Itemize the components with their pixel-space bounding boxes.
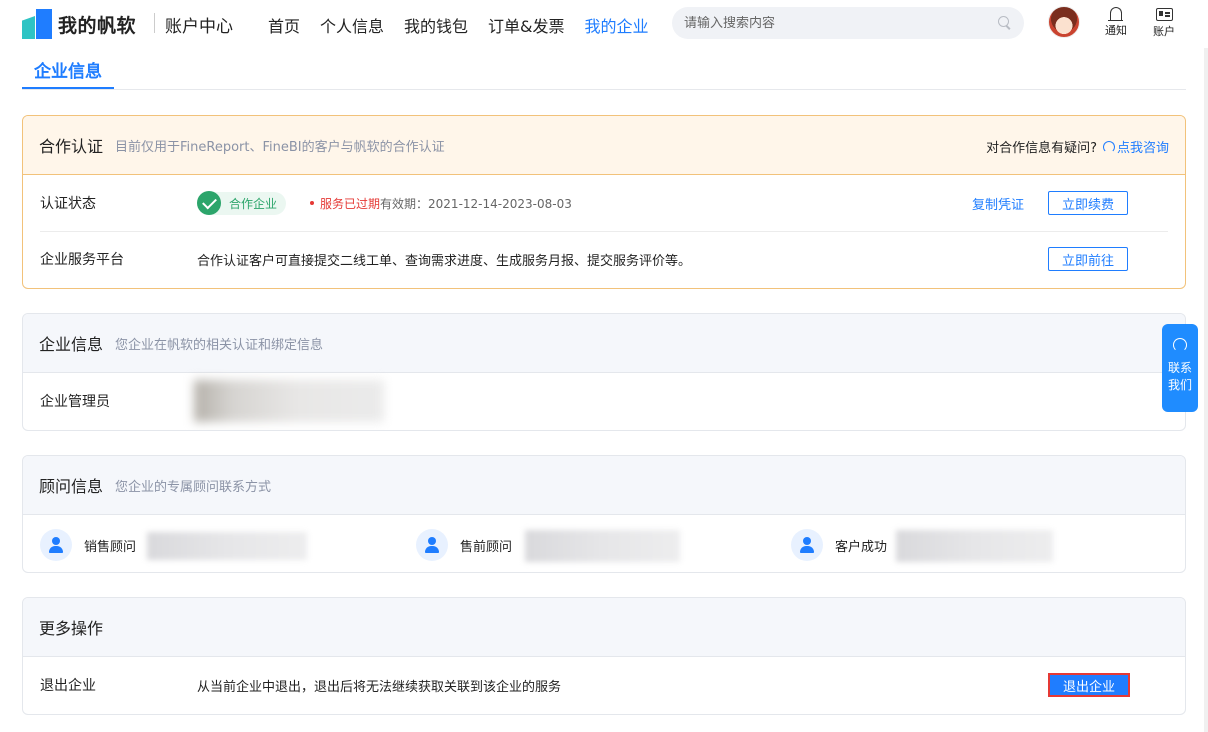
user-icon bbox=[40, 529, 72, 561]
cert-status-label: 认证状态 bbox=[40, 196, 96, 212]
enterprise-info-card: 企业信息 您企业在帆软的相关认证和绑定信息 企业管理员 bbox=[22, 313, 1186, 431]
logo[interactable]: 我的帆软 bbox=[22, 9, 136, 39]
service-platform-label: 企业服务平台 bbox=[40, 252, 124, 268]
advisor-redacted bbox=[896, 530, 1053, 562]
service-platform-desc: 合作认证客户可直接提交二线工单、查询需求进度、生成服务月报、提交服务评价等。 bbox=[197, 253, 692, 269]
consult-link-label: 点我咨询 bbox=[1116, 141, 1169, 156]
advisor-item: 售前顾问 bbox=[416, 529, 512, 561]
nav-orders-invoices[interactable]: 订单&发票 bbox=[488, 13, 564, 37]
advisor-item: 销售顾问 bbox=[40, 529, 136, 561]
bell-icon bbox=[1108, 7, 1123, 21]
coop-card-desc: 目前仅用于FineReport、FineBI的客户与帆软的合作认证 bbox=[115, 139, 445, 155]
user-icon bbox=[416, 529, 448, 561]
info-card-title: 企业信息 bbox=[39, 335, 104, 354]
exit-enterprise-label: 退出企业 bbox=[40, 678, 96, 694]
admin-redacted bbox=[194, 380, 384, 422]
nav-personal-info[interactable]: 个人信息 bbox=[320, 13, 384, 37]
notify-label: 通知 bbox=[1105, 24, 1127, 37]
user-icon bbox=[791, 529, 823, 561]
advisor-card-desc: 您企业的专属顾问联系方式 bbox=[115, 479, 272, 495]
copy-credential-link[interactable]: 复制凭证 bbox=[972, 194, 1024, 213]
coop-card-title: 合作认证 bbox=[39, 137, 104, 156]
contact-us-label: 联系我们 bbox=[1168, 361, 1193, 392]
partner-badge: 合作企业 bbox=[197, 191, 287, 215]
service-platform-row: 企业服务平台 合作认证客户可直接提交二线工单、查询需求进度、生成服务月报、提交服… bbox=[23, 231, 1185, 287]
notify-button[interactable]: 通知 bbox=[1101, 6, 1131, 38]
info-card-header: 企业信息 您企业在帆软的相关认证和绑定信息 bbox=[23, 314, 1185, 373]
admin-label: 企业管理员 bbox=[40, 394, 110, 410]
search-input[interactable] bbox=[684, 15, 998, 31]
nav-home[interactable]: 首页 bbox=[268, 13, 300, 37]
advisor-card-header: 顾问信息 您企业的专属顾问联系方式 bbox=[23, 456, 1185, 515]
coop-card-header: 合作认证 目前仅用于FineReport、FineBI的客户与帆软的合作认证 对… bbox=[23, 116, 1185, 175]
title-divider bbox=[22, 89, 1186, 90]
top-header: 我的帆软 账户中心 首页 个人信息 我的钱包 订单&发票 我的企业 通知 账户 bbox=[0, 0, 1208, 48]
expired-status: 服务已过期 bbox=[320, 196, 381, 211]
consult-link[interactable]: 点我咨询 bbox=[1102, 137, 1169, 156]
info-card-desc: 您企业在帆软的相关认证和绑定信息 bbox=[115, 337, 324, 353]
advisor-info-card: 顾问信息 您企业的专属顾问联系方式 销售顾问 售前顾问 客户成功 bbox=[22, 455, 1186, 573]
nav-wallet[interactable]: 我的钱包 bbox=[404, 13, 468, 37]
coop-help: 对合作信息有疑问? 点我咨询 bbox=[986, 137, 1169, 156]
more-card-title: 更多操作 bbox=[39, 619, 104, 638]
advisor-role: 售前顾问 bbox=[460, 539, 513, 555]
advisor-redacted bbox=[525, 530, 680, 562]
main-nav: 首页 个人信息 我的钱包 订单&发票 我的企业 bbox=[268, 13, 669, 37]
cert-status-row: 认证状态 合作企业 服务已过期 有效期：2021-12-14-2023-08-0… bbox=[23, 175, 1185, 231]
exit-enterprise-desc: 从当前企业中退出，退出后将无法继续获取关联到该企业的服务 bbox=[197, 679, 562, 695]
contact-us-float[interactable]: 联系我们 bbox=[1162, 324, 1198, 412]
partner-badge-label: 合作企业 bbox=[229, 196, 278, 211]
validity-period: 有效期：2021-12-14-2023-08-03 bbox=[380, 196, 572, 211]
advisor-role: 客户成功 bbox=[835, 539, 888, 555]
exit-enterprise-button[interactable]: 退出企业 bbox=[1048, 673, 1130, 697]
logo-divider bbox=[154, 13, 155, 33]
coop-help-text: 对合作信息有疑问? bbox=[986, 141, 1097, 156]
search-icon[interactable] bbox=[998, 16, 1012, 30]
logo-text: 我的帆软 bbox=[58, 14, 137, 37]
coop-cert-card: 合作认证 目前仅用于FineReport、FineBI的客户与帆软的合作认证 对… bbox=[22, 115, 1186, 289]
advisor-item: 客户成功 bbox=[791, 529, 887, 561]
admin-row: 企业管理员 bbox=[23, 373, 1185, 429]
headset-icon bbox=[1173, 338, 1187, 352]
page-title-tab[interactable]: 企业信息 bbox=[22, 57, 114, 90]
advisor-redacted bbox=[147, 532, 307, 560]
advisor-card-title: 顾问信息 bbox=[39, 477, 104, 496]
expired-dot-icon bbox=[310, 201, 315, 205]
nav-my-enterprise[interactable]: 我的企业 bbox=[585, 13, 649, 37]
logo-mark-icon bbox=[22, 9, 52, 39]
account-label: 账户 bbox=[1153, 25, 1175, 38]
renew-button[interactable]: 立即续费 bbox=[1048, 191, 1128, 215]
scrollbar[interactable] bbox=[1204, 48, 1208, 732]
id-card-icon bbox=[1155, 8, 1173, 21]
avatar[interactable] bbox=[1048, 6, 1080, 38]
more-card-header: 更多操作 bbox=[23, 598, 1185, 657]
header-subtitle: 账户中心 bbox=[165, 17, 233, 37]
account-button[interactable]: 账户 bbox=[1149, 6, 1179, 39]
exit-enterprise-row: 退出企业 从当前企业中退出，退出后将无法继续获取关联到该企业的服务 退出企业 bbox=[23, 657, 1185, 713]
goto-platform-button[interactable]: 立即前往 bbox=[1048, 247, 1128, 271]
headset-icon bbox=[1102, 140, 1115, 153]
more-actions-card: 更多操作 退出企业 从当前企业中退出，退出后将无法继续获取关联到该企业的服务 退… bbox=[22, 597, 1186, 715]
advisor-role: 销售顾问 bbox=[84, 539, 137, 555]
handshake-icon bbox=[197, 191, 221, 215]
search-box bbox=[672, 7, 1024, 39]
